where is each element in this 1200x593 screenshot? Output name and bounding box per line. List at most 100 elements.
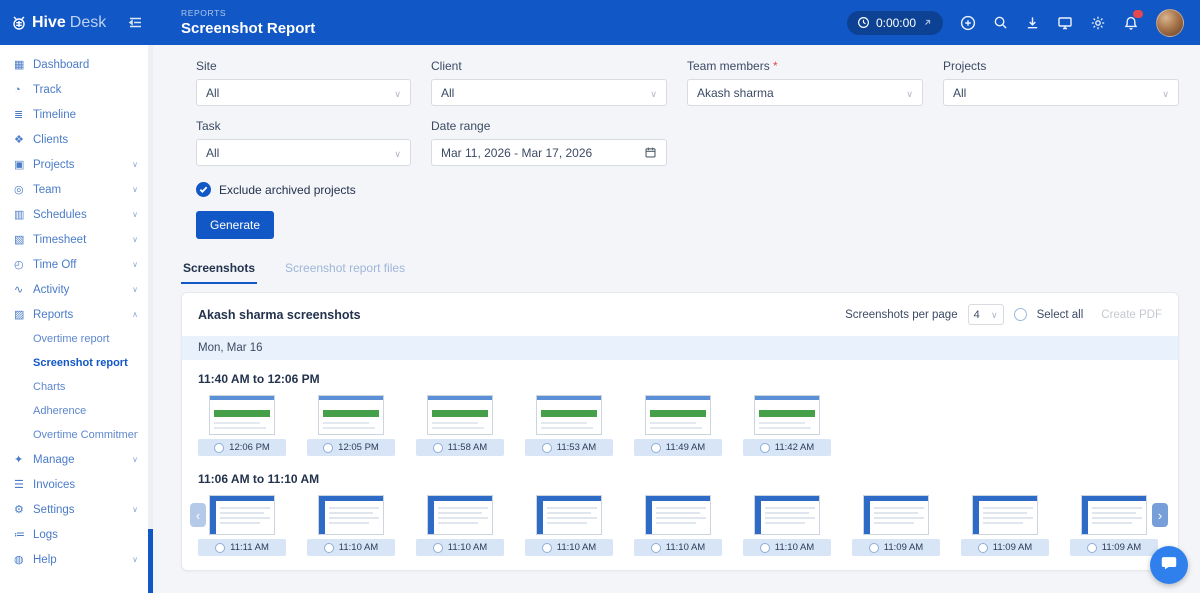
screenshot-checkbox[interactable] bbox=[869, 543, 879, 553]
sidebar-item-label: Overtime report bbox=[33, 333, 138, 345]
sidebar-item-invoices[interactable]: ☰ Invoices bbox=[0, 472, 148, 497]
screenshot-caption: 11:11 AM bbox=[198, 539, 286, 556]
screenshot-checkbox[interactable] bbox=[323, 443, 333, 453]
logs-icon: ≔ bbox=[14, 528, 33, 541]
sidebar-subitem-screenshot-report[interactable]: Screenshot report bbox=[0, 351, 148, 375]
screenshot-thumbnail[interactable] bbox=[536, 495, 602, 535]
sidebar-subitem-charts[interactable]: Charts bbox=[0, 375, 148, 399]
client-value: All bbox=[441, 86, 454, 100]
screenshot-time: 11:09 AM bbox=[1102, 542, 1141, 553]
screenshot-thumbnail[interactable] bbox=[318, 395, 384, 435]
sidebar-item-dashboard[interactable]: ▦ Dashboard bbox=[0, 52, 148, 77]
next-page-arrow[interactable] bbox=[1152, 503, 1168, 527]
download-icon[interactable] bbox=[1025, 15, 1040, 30]
sidebar-item-timesheet[interactable]: ▧ Timesheet ∨ bbox=[0, 227, 148, 252]
screenshot-thumbnail[interactable] bbox=[863, 495, 929, 535]
projects-value: All bbox=[953, 86, 966, 100]
tab-screenshot-report-files[interactable]: Screenshot report files bbox=[283, 261, 407, 284]
screenshot-thumbnail[interactable] bbox=[754, 395, 820, 435]
sidebar-item-label: Team bbox=[33, 184, 132, 196]
create-pdf-button[interactable]: Create PDF bbox=[1101, 309, 1162, 321]
sidebar-collapse-icon[interactable] bbox=[128, 15, 143, 30]
sidebar-item-manage[interactable]: ✦ Manage ∨ bbox=[0, 447, 148, 472]
screenshot-thumbnail[interactable] bbox=[645, 495, 711, 535]
clock-icon bbox=[857, 16, 870, 29]
screenshot-checkbox[interactable] bbox=[433, 543, 443, 553]
sidebar-item-timeline[interactable]: ≣ Timeline bbox=[0, 102, 148, 127]
screenshot-checkbox[interactable] bbox=[1087, 543, 1097, 553]
user-avatar[interactable] bbox=[1156, 9, 1184, 37]
timer-widget[interactable]: 0:00:00 bbox=[847, 11, 943, 35]
screenshot-thumbnail[interactable] bbox=[318, 495, 384, 535]
sidebar-subitem-adherence[interactable]: Adherence bbox=[0, 399, 148, 423]
screenshot-item: 12:05 PM bbox=[307, 395, 395, 456]
sidebar-item-label: Reports bbox=[33, 309, 132, 321]
screenshot-checkbox[interactable] bbox=[214, 443, 224, 453]
screenshot-checkbox[interactable] bbox=[324, 543, 334, 553]
sidebar-subitem-overtime-report[interactable]: Overtime report bbox=[0, 327, 148, 351]
screenshot-checkbox[interactable] bbox=[215, 543, 225, 553]
sidebar-item-time-off[interactable]: ◴ Time Off ∨ bbox=[0, 252, 148, 277]
sidebar-item-schedules[interactable]: ▥ Schedules ∨ bbox=[0, 202, 148, 227]
screenshot-thumbnail[interactable] bbox=[427, 495, 493, 535]
screenshot-checkbox[interactable] bbox=[760, 543, 770, 553]
client-select[interactable]: All bbox=[431, 79, 667, 106]
tab-screenshots[interactable]: Screenshots bbox=[181, 261, 257, 284]
sidebar-subitem-overtime-commitments[interactable]: Overtime Commitments bbox=[0, 423, 148, 447]
sidebar-item-help[interactable]: ◍ Help ∨ bbox=[0, 547, 148, 572]
task-select[interactable]: All bbox=[196, 139, 411, 166]
chevron-icon: ∨ bbox=[132, 285, 138, 294]
screenshot-thumbnail[interactable] bbox=[645, 395, 711, 435]
team-members-select[interactable]: Akash sharma bbox=[687, 79, 923, 106]
screenshot-thumbnail[interactable] bbox=[972, 495, 1038, 535]
screenshot-checkbox[interactable] bbox=[433, 443, 443, 453]
sidebar-item-logs[interactable]: ≔ Logs bbox=[0, 522, 148, 547]
chat-widget-button[interactable] bbox=[1150, 546, 1188, 584]
notifications-bell-icon[interactable] bbox=[1123, 15, 1139, 31]
task-value: All bbox=[206, 146, 219, 160]
screenshot-checkbox[interactable] bbox=[651, 443, 661, 453]
per-page-select[interactable]: 4 bbox=[968, 304, 1004, 325]
settings-gear-icon[interactable] bbox=[1090, 15, 1106, 31]
screenshot-thumbnail[interactable] bbox=[536, 395, 602, 435]
select-all-checkbox[interactable] bbox=[1014, 308, 1027, 321]
projects-icon: ▣ bbox=[14, 158, 33, 171]
screenshot-item: 11:53 AM bbox=[525, 395, 613, 456]
site-select[interactable]: All bbox=[196, 79, 411, 106]
add-icon[interactable] bbox=[960, 15, 976, 31]
screenshot-thumbnail[interactable] bbox=[1081, 495, 1147, 535]
projects-label: Projects bbox=[943, 59, 1179, 73]
screenshot-thumbnail[interactable] bbox=[209, 395, 275, 435]
screenshot-caption: 11:09 AM bbox=[1070, 539, 1158, 556]
previous-page-arrow[interactable] bbox=[190, 503, 206, 527]
sidebar-item-settings[interactable]: ⚙ Settings ∨ bbox=[0, 497, 148, 522]
screen-monitor-icon[interactable] bbox=[1057, 15, 1073, 31]
screenshot-checkbox[interactable] bbox=[978, 543, 988, 553]
generate-button[interactable]: Generate bbox=[196, 211, 274, 239]
screenshot-caption: 11:09 AM bbox=[961, 539, 1049, 556]
screenshot-checkbox[interactable] bbox=[760, 443, 770, 453]
sidebar-item-activity[interactable]: ∿ Activity ∨ bbox=[0, 277, 148, 302]
screenshot-thumbnail[interactable] bbox=[754, 495, 820, 535]
sidebar-item-projects[interactable]: ▣ Projects ∨ bbox=[0, 152, 148, 177]
screenshot-thumbnail[interactable] bbox=[209, 495, 275, 535]
sidebar-item-reports[interactable]: ▨ Reports ∧ bbox=[0, 302, 148, 327]
screenshot-time: 11:10 AM bbox=[339, 542, 378, 553]
hivedesk-logo[interactable]: HiveDesk bbox=[10, 14, 106, 32]
sidebar-item-team[interactable]: ◎ Team ∨ bbox=[0, 177, 148, 202]
exclude-archived-row: Exclude archived projects bbox=[196, 182, 1179, 197]
date-range-input[interactable]: Mar 11, 2026 - Mar 17, 2026 bbox=[431, 139, 667, 166]
screenshot-thumbnail[interactable] bbox=[427, 395, 493, 435]
exclude-archived-checkbox[interactable] bbox=[196, 182, 211, 197]
chevron-down-icon bbox=[906, 86, 913, 100]
search-icon[interactable] bbox=[993, 15, 1008, 30]
projects-select[interactable]: All bbox=[943, 79, 1179, 106]
screenshot-checkbox[interactable] bbox=[542, 443, 552, 453]
screenshot-checkbox[interactable] bbox=[542, 543, 552, 553]
sidebar-item-label: Track bbox=[33, 84, 138, 96]
sidebar-item-clients[interactable]: ❖ Clients bbox=[0, 127, 148, 152]
sidebar-item-track[interactable]: ◔ Track bbox=[0, 77, 148, 102]
screenshot-time: 11:11 AM bbox=[230, 542, 269, 553]
screenshot-caption: 11:10 AM bbox=[525, 539, 613, 556]
screenshot-checkbox[interactable] bbox=[651, 543, 661, 553]
